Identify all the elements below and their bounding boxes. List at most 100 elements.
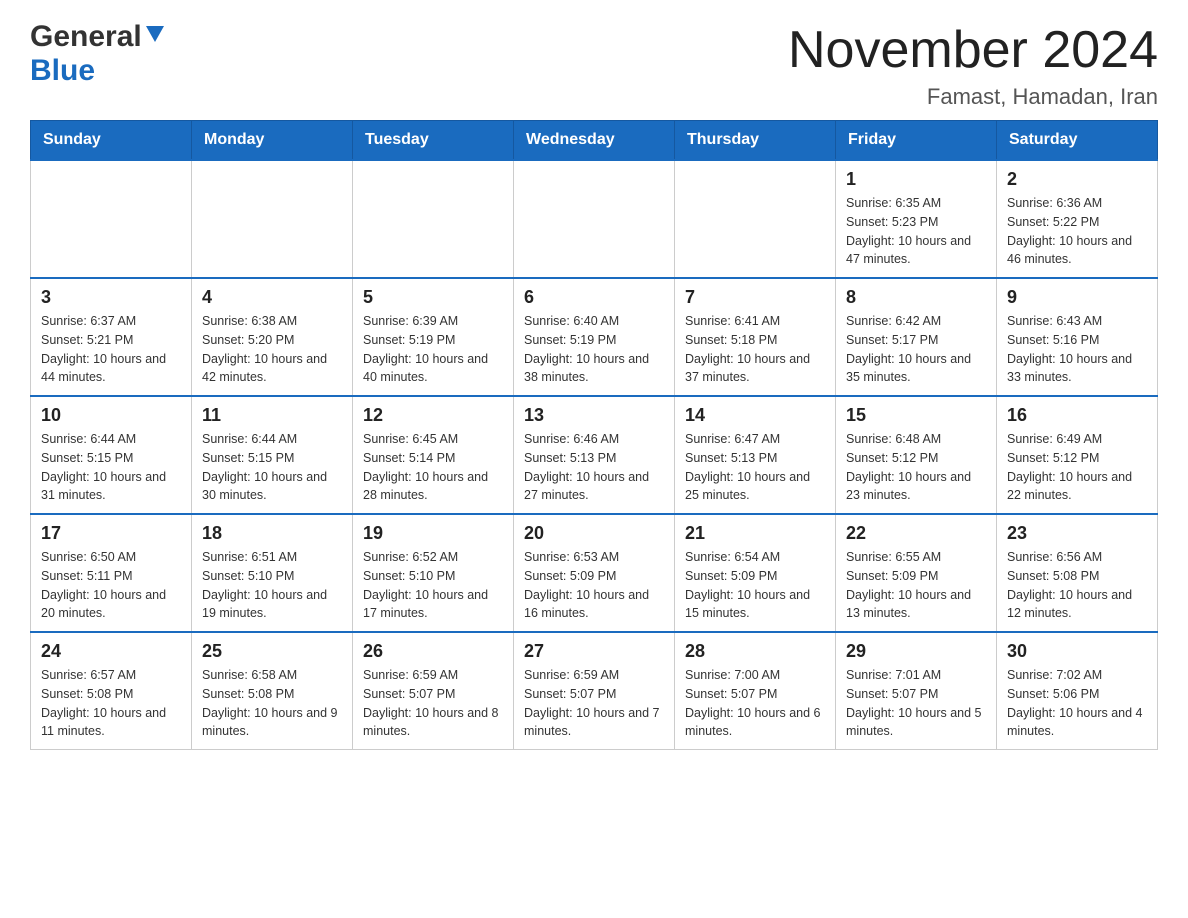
- header-sunday: Sunday: [31, 121, 192, 161]
- calendar-cell-w3d1: 18Sunrise: 6:51 AM Sunset: 5:10 PM Dayli…: [192, 514, 353, 632]
- day-number: 6: [524, 287, 664, 308]
- calendar-cell-w0d6: 2 Sunrise: 6:36 AM Sunset: 5:22 PM Daylig…: [997, 160, 1158, 278]
- header-saturday: Saturday: [997, 121, 1158, 161]
- calendar-week-4: 24 Sunrise: 6:57 AM Sunset: 5:08 PM Dayli…: [31, 632, 1158, 750]
- calendar-cell-w2d1: 11Sunrise: 6:44 AM Sunset: 5:15 PM Dayli…: [192, 396, 353, 514]
- month-title: November 2024: [788, 20, 1158, 80]
- day-info: Sunrise: 6:52 AM Sunset: 5:10 PM Dayligh…: [363, 548, 503, 623]
- title-block: November 2024 Famast, Hamadan, Iran: [788, 20, 1158, 110]
- day-info: Sunrise: 6:58 AM Sunset: 5:08 PM Dayligh…: [202, 666, 342, 741]
- day-info: Sunrise: 6:55 AM Sunset: 5:09 PM Dayligh…: [846, 548, 986, 623]
- day-number: 21: [685, 523, 825, 544]
- calendar-body: 1 Sunrise: 6:35 AM Sunset: 5:23 PM Daylig…: [31, 160, 1158, 750]
- calendar-cell-w2d5: 15Sunrise: 6:48 AM Sunset: 5:12 PM Dayli…: [836, 396, 997, 514]
- day-number: 5: [363, 287, 503, 308]
- day-number: 24: [41, 641, 181, 662]
- day-info: Sunrise: 6:38 AM Sunset: 5:20 PM Dayligh…: [202, 312, 342, 387]
- calendar-cell-w2d2: 12 Sunrise: 6:45 AM Sunset: 5:14 PM Dayli…: [353, 396, 514, 514]
- calendar-week-2: 10 Sunrise: 6:44 AM Sunset: 5:15 PM Dayli…: [31, 396, 1158, 514]
- calendar-header: SundayMondayTuesdayWednesdayThursdayFrid…: [31, 121, 1158, 161]
- day-info: Sunrise: 6:53 AM Sunset: 5:09 PM Dayligh…: [524, 548, 664, 623]
- day-number: 18: [202, 523, 342, 544]
- calendar-cell-w4d4: 28Sunrise: 7:00 AM Sunset: 5:07 PM Dayli…: [675, 632, 836, 750]
- day-number: 17: [41, 523, 181, 544]
- day-number: 20: [524, 523, 664, 544]
- calendar-header-row: SundayMondayTuesdayWednesdayThursdayFrid…: [31, 121, 1158, 161]
- calendar-cell-w4d0: 24 Sunrise: 6:57 AM Sunset: 5:08 PM Dayli…: [31, 632, 192, 750]
- day-number: 16: [1007, 405, 1147, 426]
- calendar-week-1: 3 Sunrise: 6:37 AM Sunset: 5:21 PM Daylig…: [31, 278, 1158, 396]
- day-number: 2: [1007, 169, 1147, 190]
- day-number: 29: [846, 641, 986, 662]
- calendar-cell-w3d3: 20 Sunrise: 6:53 AM Sunset: 5:09 PM Dayli…: [514, 514, 675, 632]
- day-number: 4: [202, 287, 342, 308]
- calendar-cell-w0d5: 1 Sunrise: 6:35 AM Sunset: 5:23 PM Daylig…: [836, 160, 997, 278]
- day-info: Sunrise: 6:48 AM Sunset: 5:12 PM Dayligh…: [846, 430, 986, 505]
- calendar-cell-w3d2: 19 Sunrise: 6:52 AM Sunset: 5:10 PM Dayli…: [353, 514, 514, 632]
- logo-general-text: General: [30, 20, 142, 54]
- calendar-cell-w0d0: [31, 160, 192, 278]
- day-info: Sunrise: 6:37 AM Sunset: 5:21 PM Dayligh…: [41, 312, 181, 387]
- day-info: Sunrise: 6:36 AM Sunset: 5:22 PM Dayligh…: [1007, 194, 1147, 269]
- day-number: 7: [685, 287, 825, 308]
- day-number: 26: [363, 641, 503, 662]
- calendar-cell-w4d5: 29 Sunrise: 7:01 AM Sunset: 5:07 PM Dayli…: [836, 632, 997, 750]
- day-number: 3: [41, 287, 181, 308]
- day-number: 12: [363, 405, 503, 426]
- logo-blue-text: Blue: [30, 54, 95, 87]
- day-info: Sunrise: 6:44 AM Sunset: 5:15 PM Dayligh…: [41, 430, 181, 505]
- calendar-cell-w1d1: 4 Sunrise: 6:38 AM Sunset: 5:20 PM Daylig…: [192, 278, 353, 396]
- day-info: Sunrise: 6:59 AM Sunset: 5:07 PM Dayligh…: [524, 666, 664, 741]
- calendar-cell-w1d6: 9Sunrise: 6:43 AM Sunset: 5:16 PM Daylig…: [997, 278, 1158, 396]
- header-monday: Monday: [192, 121, 353, 161]
- day-info: Sunrise: 6:45 AM Sunset: 5:14 PM Dayligh…: [363, 430, 503, 505]
- day-info: Sunrise: 7:02 AM Sunset: 5:06 PM Dayligh…: [1007, 666, 1147, 741]
- calendar-cell-w2d3: 13 Sunrise: 6:46 AM Sunset: 5:13 PM Dayli…: [514, 396, 675, 514]
- day-number: 10: [41, 405, 181, 426]
- day-number: 13: [524, 405, 664, 426]
- day-number: 23: [1007, 523, 1147, 544]
- day-info: Sunrise: 6:57 AM Sunset: 5:08 PM Dayligh…: [41, 666, 181, 741]
- day-info: Sunrise: 6:42 AM Sunset: 5:17 PM Dayligh…: [846, 312, 986, 387]
- calendar-week-0: 1 Sunrise: 6:35 AM Sunset: 5:23 PM Daylig…: [31, 160, 1158, 278]
- header-friday: Friday: [836, 121, 997, 161]
- calendar-cell-w3d6: 23Sunrise: 6:56 AM Sunset: 5:08 PM Dayli…: [997, 514, 1158, 632]
- day-info: Sunrise: 6:46 AM Sunset: 5:13 PM Dayligh…: [524, 430, 664, 505]
- day-info: Sunrise: 6:47 AM Sunset: 5:13 PM Dayligh…: [685, 430, 825, 505]
- calendar-cell-w3d0: 17 Sunrise: 6:50 AM Sunset: 5:11 PM Dayli…: [31, 514, 192, 632]
- calendar-cell-w4d1: 25 Sunrise: 6:58 AM Sunset: 5:08 PM Dayli…: [192, 632, 353, 750]
- calendar-cell-w1d0: 3 Sunrise: 6:37 AM Sunset: 5:21 PM Daylig…: [31, 278, 192, 396]
- day-info: Sunrise: 6:35 AM Sunset: 5:23 PM Dayligh…: [846, 194, 986, 269]
- calendar-cell-w4d2: 26 Sunrise: 6:59 AM Sunset: 5:07 PM Dayli…: [353, 632, 514, 750]
- calendar-cell-w0d3: [514, 160, 675, 278]
- logo: General Blue: [30, 20, 166, 88]
- header-tuesday: Tuesday: [353, 121, 514, 161]
- day-number: 8: [846, 287, 986, 308]
- day-info: Sunrise: 7:01 AM Sunset: 5:07 PM Dayligh…: [846, 666, 986, 741]
- logo-arrow-icon: [144, 24, 166, 51]
- location-text: Famast, Hamadan, Iran: [788, 84, 1158, 110]
- day-number: 30: [1007, 641, 1147, 662]
- day-info: Sunrise: 6:59 AM Sunset: 5:07 PM Dayligh…: [363, 666, 503, 741]
- day-number: 19: [363, 523, 503, 544]
- page-header: General Blue November 2024 Famast, Hamad…: [30, 20, 1158, 110]
- day-number: 11: [202, 405, 342, 426]
- day-number: 22: [846, 523, 986, 544]
- calendar-cell-w1d4: 7Sunrise: 6:41 AM Sunset: 5:18 PM Daylig…: [675, 278, 836, 396]
- header-wednesday: Wednesday: [514, 121, 675, 161]
- calendar-cell-w0d4: [675, 160, 836, 278]
- calendar-cell-w3d5: 22 Sunrise: 6:55 AM Sunset: 5:09 PM Dayli…: [836, 514, 997, 632]
- day-info: Sunrise: 6:49 AM Sunset: 5:12 PM Dayligh…: [1007, 430, 1147, 505]
- day-number: 28: [685, 641, 825, 662]
- calendar-cell-w0d1: [192, 160, 353, 278]
- calendar-cell-w4d6: 30 Sunrise: 7:02 AM Sunset: 5:06 PM Dayli…: [997, 632, 1158, 750]
- day-number: 1: [846, 169, 986, 190]
- calendar-cell-w1d2: 5Sunrise: 6:39 AM Sunset: 5:19 PM Daylig…: [353, 278, 514, 396]
- calendar-cell-w0d2: [353, 160, 514, 278]
- calendar-cell-w2d6: 16 Sunrise: 6:49 AM Sunset: 5:12 PM Dayli…: [997, 396, 1158, 514]
- day-info: Sunrise: 6:50 AM Sunset: 5:11 PM Dayligh…: [41, 548, 181, 623]
- calendar-cell-w2d4: 14Sunrise: 6:47 AM Sunset: 5:13 PM Dayli…: [675, 396, 836, 514]
- calendar-week-3: 17 Sunrise: 6:50 AM Sunset: 5:11 PM Dayli…: [31, 514, 1158, 632]
- day-info: Sunrise: 6:43 AM Sunset: 5:16 PM Dayligh…: [1007, 312, 1147, 387]
- day-number: 25: [202, 641, 342, 662]
